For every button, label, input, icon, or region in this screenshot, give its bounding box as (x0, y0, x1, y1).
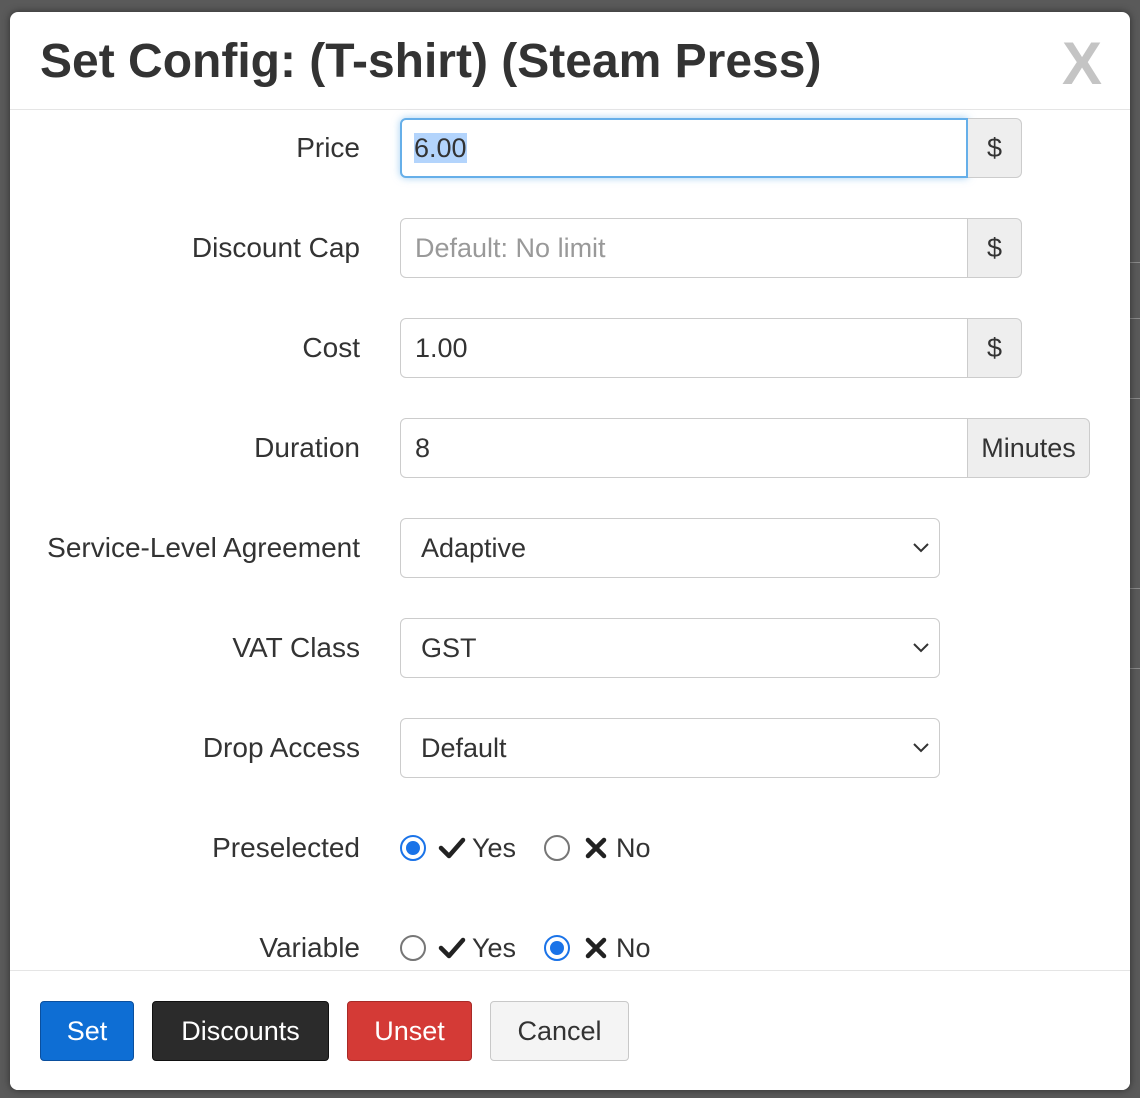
sla-selected-value: Adaptive (421, 533, 527, 563)
drop-access-label: Drop Access (202, 732, 360, 763)
variable-row: Variable Yes No (10, 918, 1130, 978)
variable-yes-option[interactable]: Yes (400, 933, 516, 964)
discount-cap-input[interactable] (400, 218, 968, 278)
variable-label: Variable (259, 932, 360, 963)
variable-no-label: No (616, 932, 651, 963)
chevron-down-icon (911, 519, 931, 577)
x-icon (585, 937, 607, 959)
cost-label: Cost (302, 332, 360, 363)
preselected-radio-group: Yes No (400, 818, 679, 878)
price-input-value: 6.00 (414, 133, 467, 163)
duration-unit-addon: Minutes (968, 418, 1090, 478)
set-config-modal: Set Config: (T-shirt) (Steam Press) X Pr… (10, 12, 1130, 1090)
chevron-down-icon (911, 719, 931, 777)
chevron-down-icon (911, 619, 931, 677)
vat-class-selected-value: GST (421, 633, 477, 663)
price-label: Price (296, 132, 360, 163)
cost-input-group: $ (400, 318, 1022, 378)
modal-title: Set Config: (T-shirt) (Steam Press) (40, 35, 822, 88)
price-row: Price 6.00 $ (10, 118, 1130, 178)
cost-row: Cost $ (10, 318, 1130, 378)
discount-cap-currency-addon: $ (968, 218, 1022, 278)
close-button[interactable]: X (1054, 34, 1110, 94)
vat-class-row: VAT Class GST (10, 618, 1130, 678)
preselected-yes-radio[interactable] (400, 835, 426, 861)
preselected-yes-label: Yes (472, 832, 517, 863)
sla-label: Service-Level Agreement (47, 532, 360, 563)
preselected-no-option[interactable]: No (544, 833, 651, 864)
drop-access-select[interactable]: Default (400, 718, 940, 778)
preselected-yes-option[interactable]: Yes (400, 833, 516, 864)
price-input[interactable]: 6.00 (400, 118, 968, 178)
preselected-row: Preselected Yes No (10, 818, 1130, 878)
cost-input[interactable] (400, 318, 968, 378)
drop-access-row: Drop Access Default (10, 718, 1130, 778)
variable-radio-group: Yes No (400, 918, 679, 978)
price-input-group: 6.00 $ (400, 118, 1022, 178)
variable-no-radio[interactable] (544, 935, 571, 961)
duration-input-group: Minutes (400, 418, 1090, 478)
cost-currency-addon: $ (968, 318, 1022, 378)
variable-yes-label: Yes (472, 932, 517, 963)
x-icon (585, 837, 607, 859)
duration-row: Duration Minutes (10, 418, 1130, 478)
sla-select[interactable]: Adaptive (400, 518, 940, 578)
modal-header: Set Config: (T-shirt) (Steam Press) X (10, 12, 1130, 110)
variable-yes-radio[interactable] (400, 935, 426, 961)
duration-label: Duration (254, 432, 360, 463)
price-currency-addon: $ (968, 118, 1022, 178)
set-button[interactable]: Set (40, 1001, 134, 1061)
check-icon (438, 837, 466, 859)
sla-row: Service-Level Agreement Adaptive (10, 518, 1130, 578)
variable-no-option[interactable]: No (544, 933, 651, 964)
discount-cap-row: Discount Cap $ (10, 218, 1130, 278)
discount-cap-input-group: $ (400, 218, 1022, 278)
vat-class-label: VAT Class (232, 632, 360, 663)
drop-access-selected-value: Default (421, 733, 507, 763)
preselected-label: Preselected (212, 832, 360, 863)
discounts-button[interactable]: Discounts (152, 1001, 329, 1061)
modal-footer: Set Discounts Unset Cancel (10, 970, 1130, 1090)
duration-input[interactable] (400, 418, 968, 478)
discount-cap-label: Discount Cap (191, 232, 360, 263)
preselected-no-label: No (616, 832, 651, 863)
preselected-no-radio[interactable] (544, 835, 571, 861)
vat-class-select[interactable]: GST (400, 618, 940, 678)
cancel-button[interactable]: Cancel (490, 1001, 629, 1061)
unset-button[interactable]: Unset (347, 1001, 472, 1061)
check-icon (438, 937, 466, 959)
